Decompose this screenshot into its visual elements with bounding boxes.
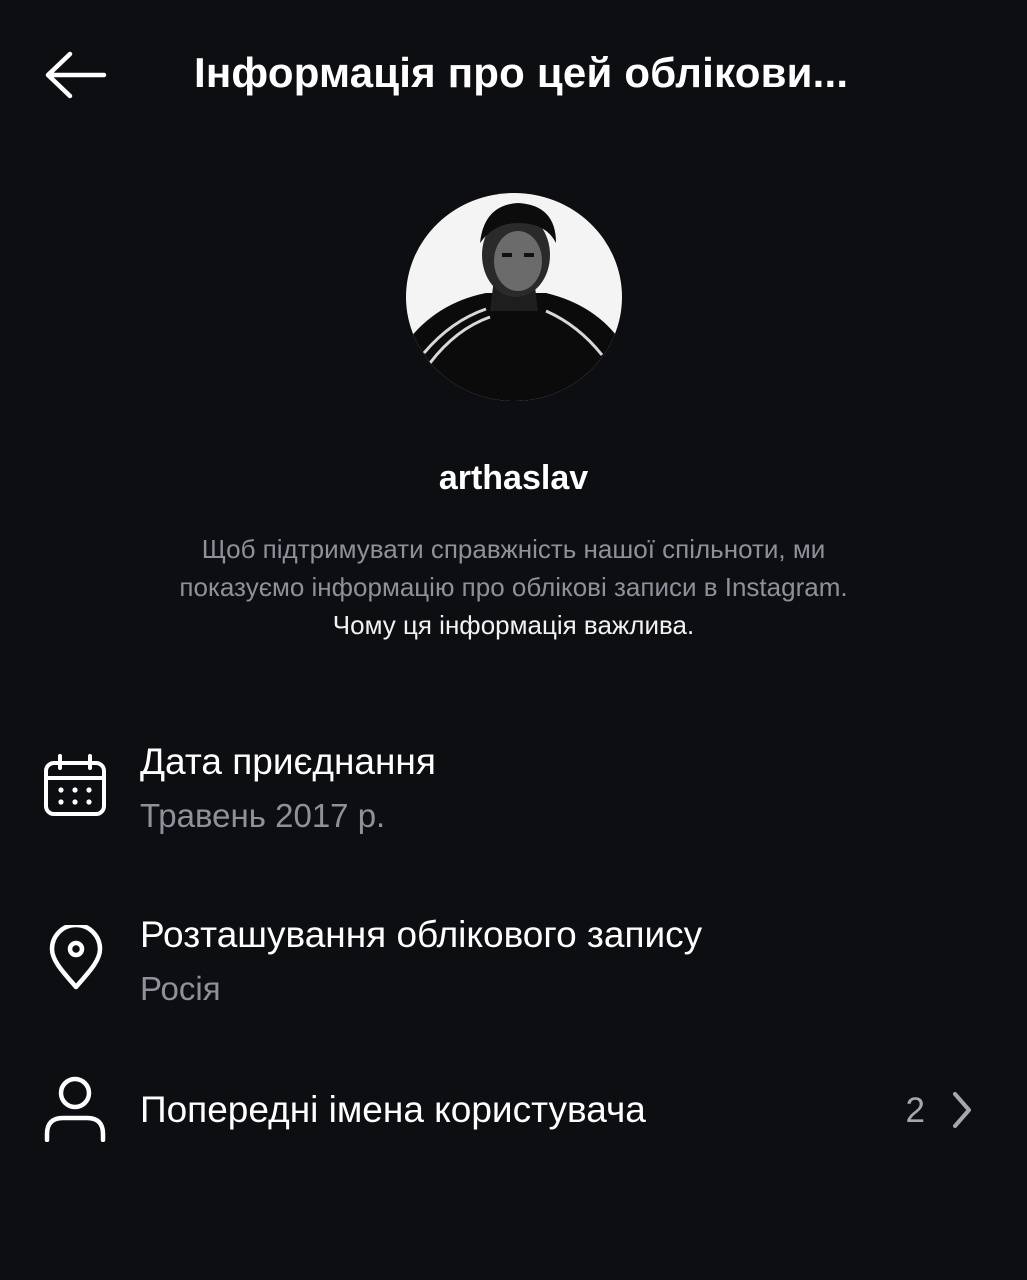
page-title: Інформація про цей облікови... xyxy=(194,49,849,96)
description-line-1: Щоб підтримувати справжність нашої спіль… xyxy=(201,534,826,564)
top-bar: Інформація про цей облікови... xyxy=(0,0,1027,150)
join-date-value: Травень 2017 р. xyxy=(140,797,386,834)
account-location-label: Розташування облікового запису xyxy=(140,914,703,955)
account-location-value: Росія xyxy=(140,970,221,1007)
former-usernames-row[interactable]: Попередні імена користувача 2 xyxy=(0,1070,1027,1160)
why-important-link[interactable]: Чому ця інформація важлива. xyxy=(60,606,967,644)
description-line-2: показуємо інформацію про облікові записи… xyxy=(179,572,848,602)
join-date-row: Дата приєднання Травень 2017 р. xyxy=(0,730,1027,840)
arrow-left-icon xyxy=(45,51,107,99)
back-button[interactable] xyxy=(40,46,110,104)
calendar-icon xyxy=(40,754,110,818)
username: arthaslav xyxy=(438,459,589,497)
account-location-row: Розташування облікового запису Росія xyxy=(0,905,1027,1015)
person-icon xyxy=(42,1074,108,1142)
avatar xyxy=(406,193,622,401)
join-date-label: Дата приєднання xyxy=(140,741,436,782)
profile-photo xyxy=(406,193,622,401)
info-description: Щоб підтримувати справжність нашої спіль… xyxy=(60,530,967,644)
chevron-right-icon xyxy=(949,1090,975,1130)
former-usernames-count: 2 xyxy=(905,1091,925,1130)
location-pin-icon xyxy=(46,925,106,991)
former-usernames-label: Попередні імена користувача xyxy=(140,1089,646,1130)
